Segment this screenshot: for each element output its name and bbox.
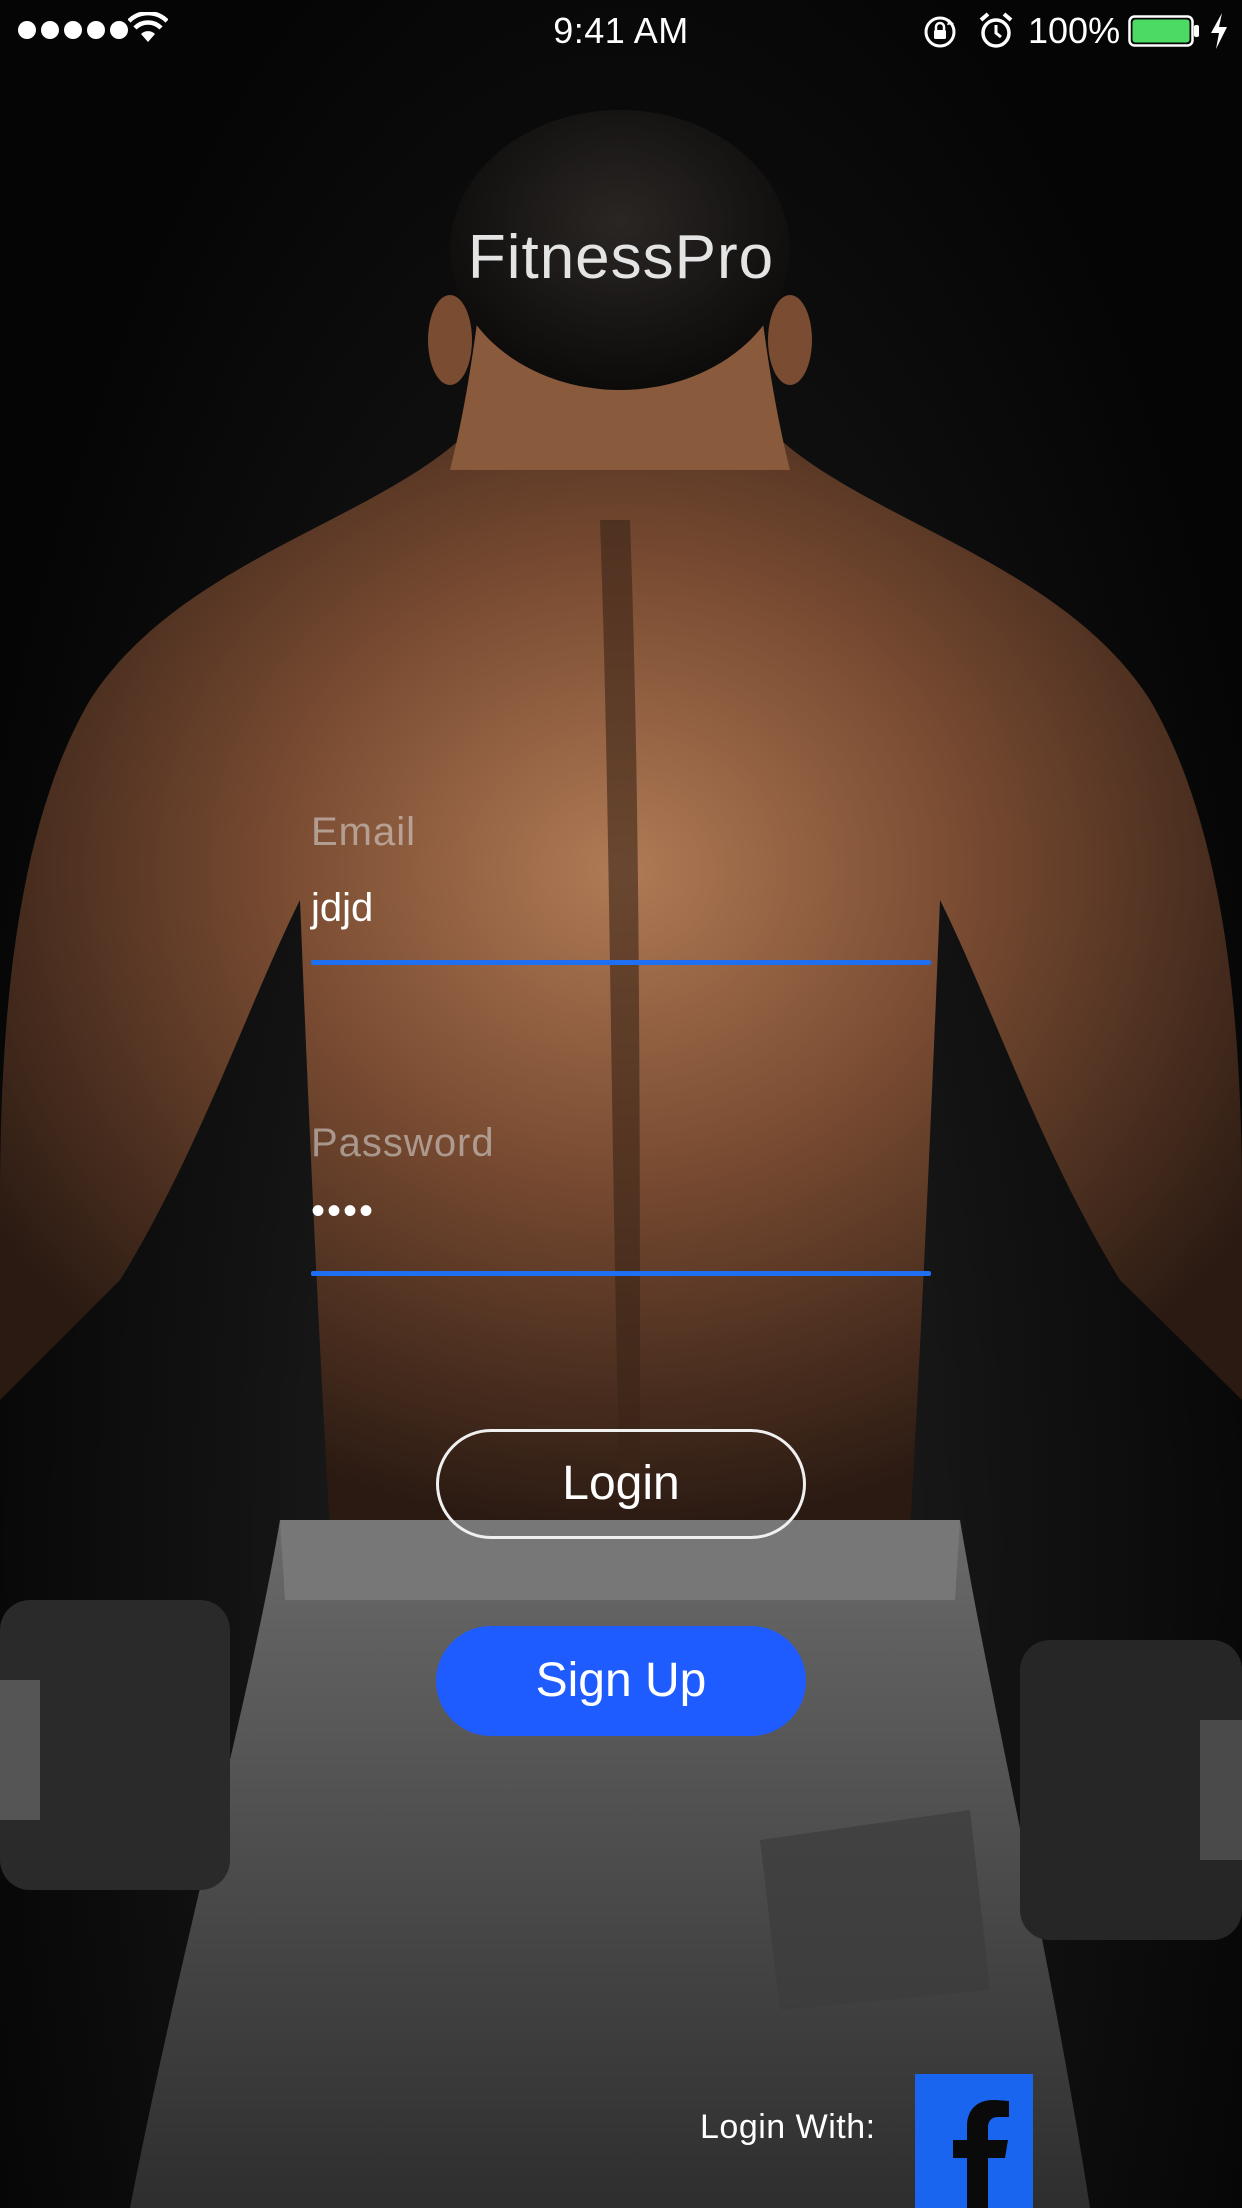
battery-percent: 100%: [1028, 10, 1121, 51]
signup-button[interactable]: Sign Up: [436, 1626, 806, 1736]
email-label: Email: [311, 810, 417, 854]
alarm-icon: [979, 12, 1013, 48]
password-input[interactable]: ••••: [311, 1189, 375, 1234]
password-underline: [311, 1271, 931, 1276]
password-label: Password: [311, 1121, 495, 1165]
password-field[interactable]: Password ••••: [311, 1121, 931, 1281]
facebook-icon: [953, 2100, 1009, 2208]
email-underline: [311, 960, 931, 965]
facebook-login-button[interactable]: [915, 2074, 1033, 2208]
login-screen: 9:41 AM 100% FitnessPro Email jdjd Passw…: [0, 0, 1242, 2208]
battery-icon: [1128, 15, 1199, 47]
email-input[interactable]: jdjd: [311, 886, 373, 931]
background-photo: [0, 110, 1242, 2208]
login-with-label: Login With:: [700, 2108, 876, 2146]
email-field[interactable]: Email jdjd: [311, 810, 931, 970]
app-title: FitnessPro: [467, 223, 775, 292]
rotation-lock-icon: [924, 16, 956, 48]
status-bar: 9:41 AM 100%: [0, 0, 1242, 60]
login-button[interactable]: Login: [436, 1429, 806, 1539]
charging-bolt-icon: [1211, 13, 1227, 49]
